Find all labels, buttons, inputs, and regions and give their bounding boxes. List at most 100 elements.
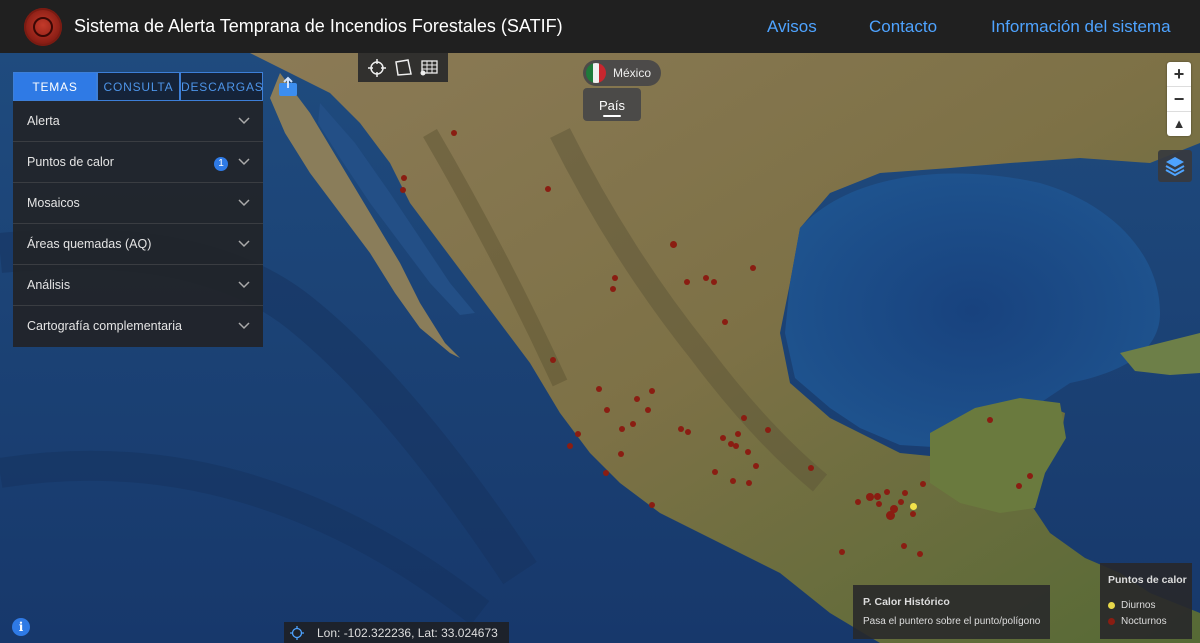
- fire-point[interactable]: [765, 427, 771, 433]
- fire-point[interactable]: [1027, 473, 1033, 479]
- fire-point[interactable]: [741, 415, 747, 421]
- fire-point[interactable]: [451, 130, 457, 136]
- accordion-item-label: Puntos de calor: [27, 155, 114, 169]
- upload-layer-icon[interactable]: [276, 76, 300, 98]
- level-pais-button[interactable]: País: [583, 88, 641, 121]
- tab-consulta[interactable]: CONSULTA: [97, 72, 180, 101]
- crosshair-icon[interactable]: [367, 58, 387, 78]
- fire-point[interactable]: [874, 493, 881, 500]
- fire-point[interactable]: [808, 465, 814, 471]
- accordion-item-analisis[interactable]: Análisis: [13, 265, 263, 306]
- fire-point[interactable]: [712, 469, 718, 475]
- info-icon[interactable]: i: [12, 618, 30, 636]
- tab-temas[interactable]: TEMAS: [13, 72, 97, 101]
- fire-point[interactable]: [987, 417, 993, 423]
- fire-point[interactable]: [902, 490, 908, 496]
- legend-label: Diurnos: [1121, 600, 1156, 611]
- chevron-down-icon: [238, 117, 250, 125]
- historic-hotspot-info: P. Calor Histórico Pasa el puntero sobre…: [853, 585, 1050, 639]
- accordion-item-cartografia[interactable]: Cartografía complementaria: [13, 306, 263, 347]
- fire-point[interactable]: [634, 396, 640, 402]
- fire-point[interactable]: [855, 499, 861, 505]
- fire-point[interactable]: [735, 431, 741, 437]
- fire-point[interactable]: [711, 279, 717, 285]
- legend-item-diurnos: Diurnos: [1108, 600, 1155, 611]
- nav-avisos-link[interactable]: Avisos: [767, 17, 817, 37]
- accordion-item-puntos-de-calor[interactable]: Puntos de calor 1: [13, 142, 263, 183]
- historic-hint: Pasa el puntero sobre el punto/polígono: [863, 616, 1041, 627]
- mexico-flag-icon: [586, 63, 606, 83]
- fire-point[interactable]: [733, 443, 739, 449]
- accordion-item-alerta[interactable]: Alerta: [13, 101, 263, 142]
- fire-point[interactable]: [684, 279, 690, 285]
- fire-point[interactable]: [567, 443, 573, 449]
- fire-point[interactable]: [901, 543, 907, 549]
- chevron-down-icon: [238, 281, 250, 289]
- fire-point[interactable]: [1016, 483, 1022, 489]
- polygon-icon[interactable]: [393, 58, 413, 78]
- fire-point[interactable]: [745, 449, 751, 455]
- fire-point[interactable]: [545, 186, 551, 192]
- zoom-controls: + − ▲: [1167, 62, 1191, 136]
- fire-point[interactable]: [866, 493, 874, 501]
- fire-point[interactable]: [730, 478, 736, 484]
- fire-point[interactable]: [753, 463, 759, 469]
- accordion-item-mosaicos[interactable]: Mosaicos: [13, 183, 263, 224]
- fire-point[interactable]: [575, 431, 581, 437]
- zoom-out-button[interactable]: −: [1167, 87, 1191, 112]
- fire-point[interactable]: [400, 187, 406, 193]
- fire-point[interactable]: [910, 511, 916, 517]
- fire-point[interactable]: [630, 421, 636, 427]
- locate-icon[interactable]: [290, 626, 304, 640]
- fire-point[interactable]: [876, 501, 882, 507]
- country-selector[interactable]: México: [583, 60, 661, 86]
- fire-point[interactable]: [920, 481, 926, 487]
- fire-point[interactable]: [610, 286, 616, 292]
- fire-point[interactable]: [722, 319, 728, 325]
- fire-point[interactable]: [917, 551, 923, 557]
- level-label: País: [598, 98, 625, 113]
- table-icon[interactable]: [419, 58, 439, 78]
- layers-button[interactable]: [1158, 150, 1192, 182]
- fire-point[interactable]: [685, 429, 691, 435]
- fire-point[interactable]: [645, 407, 651, 413]
- fire-point-day[interactable]: [910, 503, 917, 510]
- fire-point[interactable]: [603, 470, 609, 476]
- fire-point[interactable]: [550, 357, 556, 363]
- legend-dot-day: [1108, 601, 1115, 609]
- accordion-item-areas-quemadas[interactable]: Áreas quemadas (AQ): [13, 224, 263, 265]
- fire-point[interactable]: [604, 407, 610, 413]
- fire-point[interactable]: [401, 175, 407, 181]
- fire-point[interactable]: [596, 386, 602, 392]
- fire-point[interactable]: [670, 241, 677, 248]
- themes-panel: TEMAS CONSULTA DESCARGAS Alerta Puntos d…: [13, 72, 263, 347]
- fire-point[interactable]: [649, 388, 655, 394]
- nav-contacto-link[interactable]: Contacto: [869, 17, 937, 37]
- historic-title: P. Calor Histórico: [863, 596, 950, 608]
- reset-north-button[interactable]: ▲: [1167, 112, 1191, 136]
- zoom-in-button[interactable]: +: [1167, 62, 1191, 87]
- fire-point[interactable]: [884, 489, 890, 495]
- fire-point[interactable]: [839, 549, 845, 555]
- fire-point[interactable]: [649, 502, 655, 508]
- tab-descargas[interactable]: DESCARGAS: [180, 72, 263, 101]
- fire-point[interactable]: [612, 275, 618, 281]
- fire-point[interactable]: [678, 426, 684, 432]
- fire-point[interactable]: [619, 426, 625, 432]
- nav-info-link[interactable]: Información del sistema: [991, 17, 1171, 37]
- accordion-item-label: Análisis: [27, 278, 71, 292]
- legend-title: Puntos de calor: [1108, 574, 1187, 586]
- legend-label: Nocturnos: [1121, 616, 1167, 627]
- chevron-down-icon: [238, 322, 250, 330]
- panel-tabs: TEMAS CONSULTA DESCARGAS: [13, 72, 263, 101]
- fire-point[interactable]: [750, 265, 756, 271]
- drawing-toolbar: [358, 53, 448, 82]
- fire-point[interactable]: [720, 435, 726, 441]
- fire-point[interactable]: [886, 511, 895, 520]
- app-header: Sistema de Alerta Temprana de Incendios …: [0, 0, 1200, 53]
- fire-point[interactable]: [618, 451, 624, 457]
- fire-point[interactable]: [898, 499, 904, 505]
- themes-accordion: Alerta Puntos de calor 1 Mosaicos Áreas …: [13, 101, 263, 347]
- fire-point[interactable]: [703, 275, 709, 281]
- fire-point[interactable]: [746, 480, 752, 486]
